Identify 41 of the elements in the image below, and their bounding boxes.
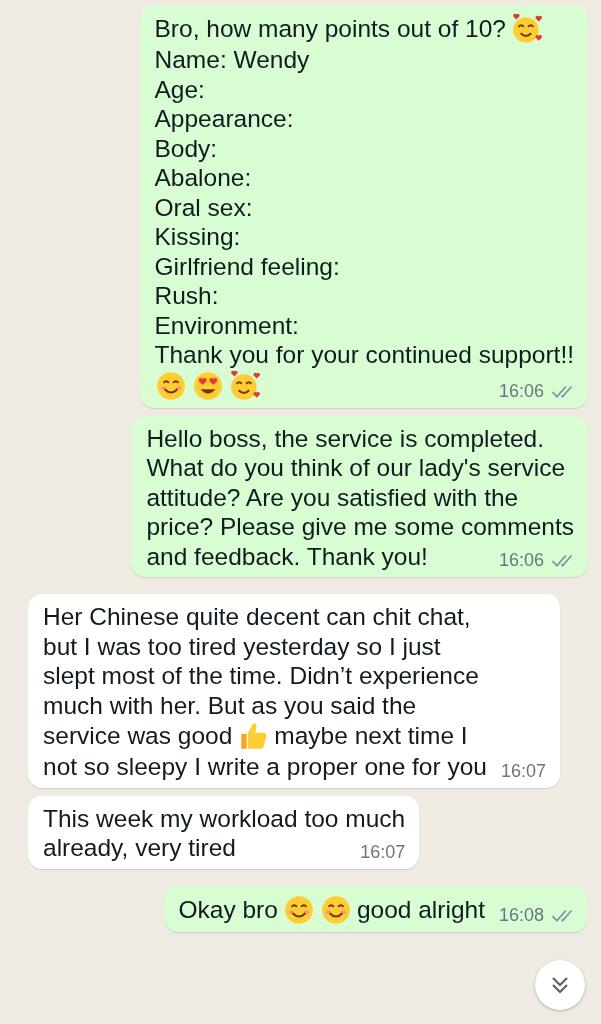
message-text: service was good [43,721,233,751]
message-text: Hello boss, the service is completed. [146,423,545,453]
message-text: Name: Wendy [154,45,310,75]
smiley-icon [319,893,352,926]
message-time: 16:07 [360,840,406,863]
message-text: Rush: [154,281,219,311]
message-text: Kissing: [154,222,241,252]
message-text: already, very tired [43,833,236,863]
smiley-icon [154,369,187,402]
message-text: Bro, how many points out of 10? [154,14,506,44]
smiley-with-hearts-icon [510,13,543,45]
message-text: maybe next time I [274,721,468,751]
message-text: Girlfriend feeling: [154,251,340,281]
double-chevron-icon [549,974,571,996]
message-text: Age: [154,74,205,104]
message-text: price? Please give me some comments [146,512,574,542]
message-text: much with her. But as you said the [43,690,417,720]
message-text: Thank you for your continued support!! [154,340,574,370]
message-text: This week my workload too much [43,803,406,833]
message-text: Okay bro [178,894,278,925]
message-text: but I was too tired yesterday so I just [43,631,441,661]
heart-eyes-smiley-icon [191,369,224,402]
message-time: 16:06 [498,549,544,571]
message-text: Body: [154,133,218,163]
message-time: 16:07 [500,759,546,782]
message-text: not so sleepy I write a proper one for you [43,752,487,782]
smiley-with-hearts-icon [228,369,261,402]
message-text: Oral sex: [154,192,253,222]
message-text: Abalone: [154,163,252,193]
message-text: Appearance: [154,104,294,134]
message-text: Her Chinese quite decent can chit chat, [43,602,471,632]
scroll-down-button[interactable] [535,960,585,1010]
message-time: 16:06 [498,379,544,402]
message-text: good alright [356,894,485,925]
smiley-icon [282,893,315,926]
message-text: What do you think of our lady's service [146,453,566,483]
message-text: slept most of the time. Didn’t experience [43,661,479,691]
message-time: 16:08 [498,903,544,926]
message-text: Environment: [154,310,299,340]
message-text: attitude? Are you satisfied with the [146,482,519,512]
message-text: and feedback. Thank you! [146,541,428,571]
